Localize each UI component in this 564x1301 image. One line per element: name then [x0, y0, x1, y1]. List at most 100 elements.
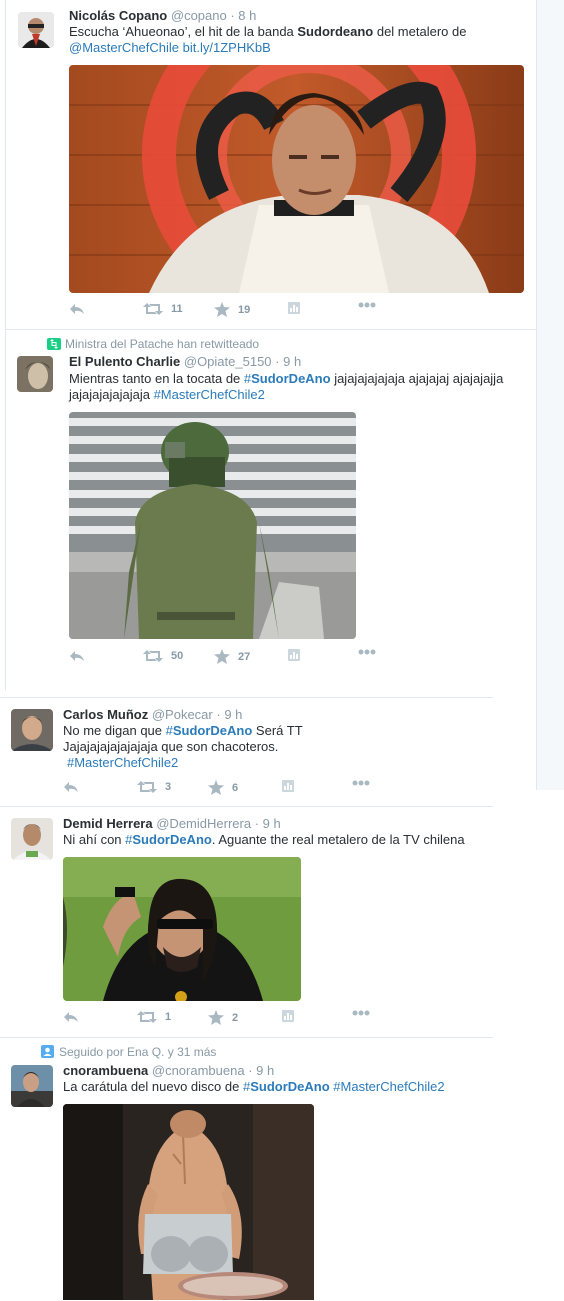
author-name[interactable]: cnorambuena — [63, 1063, 148, 1078]
hashtag-text: SudorDeAno — [132, 832, 212, 847]
retweet-count: 11 — [171, 303, 183, 315]
tweet-text-part: Será TT — [252, 723, 303, 738]
tweet-text: Mientras tanto en la tocata de #SudorDeA… — [69, 371, 529, 403]
analytics-button[interactable] — [282, 780, 294, 792]
analytics-button[interactable] — [288, 649, 300, 661]
avatar[interactable] — [18, 12, 54, 48]
like-button[interactable]: 19 — [214, 302, 250, 317]
retweet-count: 3 — [165, 781, 172, 793]
more-button[interactable] — [358, 302, 376, 308]
tweet-photo[interactable] — [63, 1104, 314, 1300]
tweet-text-part: . Aguante the real metalero de la TV chi… — [211, 832, 465, 847]
tweet-text-part: Mientras tanto en la tocata de — [69, 371, 244, 386]
author-handle[interactable]: @copano — [171, 8, 227, 23]
retweet-button[interactable]: 3 — [137, 780, 171, 794]
author-name[interactable]: El Pulento Charlie — [69, 354, 180, 369]
author-handle[interactable]: @DemidHerrera — [156, 816, 251, 831]
tweet-text-part: La carátula del nuevo disco de — [63, 1079, 243, 1094]
author-handle[interactable]: @cnorambuena — [152, 1063, 245, 1078]
tweet-text: La carátula del nuevo disco de #SudorDeA… — [63, 1079, 483, 1095]
reply-icon — [70, 304, 84, 314]
like-icon — [214, 302, 230, 317]
tweet-photo[interactable] — [63, 857, 301, 1001]
tweet-actions: 1 2 — [63, 1010, 483, 1028]
tweet-actions: 3 6 — [63, 780, 483, 798]
more-button[interactable] — [352, 1010, 370, 1016]
retweet-icon — [137, 1011, 157, 1023]
reply-button[interactable] — [69, 302, 85, 316]
like-count: 19 — [238, 303, 251, 316]
like-icon — [208, 780, 224, 795]
context-text: Seguido por Ena Q. y 31 más — [59, 1045, 217, 1059]
analytics-button[interactable] — [288, 302, 300, 314]
hashtag-link[interactable]: #SudorDeAno — [243, 1079, 330, 1094]
author-handle[interactable]: @Pokecar — [152, 707, 213, 722]
tweet-text-part: Ni ahí con — [63, 832, 126, 847]
retweet-button[interactable]: 11 — [143, 302, 183, 316]
retweet-button[interactable]: 1 — [137, 1010, 171, 1024]
hashtag-link[interactable]: #MasterChefChile2 — [333, 1079, 444, 1094]
mention-link[interactable]: @MasterChefChile — [69, 40, 179, 55]
timestamp[interactable]: · 9 h — [216, 707, 242, 722]
tweet-actions: 11 19 — [69, 302, 509, 320]
like-button[interactable]: 6 — [208, 780, 238, 795]
follow-context[interactable]: Seguido por Ena Q. y 31 más — [41, 1045, 216, 1059]
timestamp[interactable]: · 9 h — [255, 816, 281, 831]
hashtag-link[interactable]: #MasterChefChile2 — [154, 387, 265, 402]
tweet-photo[interactable] — [69, 412, 356, 639]
reply-button[interactable] — [69, 649, 85, 663]
more-icon — [352, 780, 370, 786]
more-button[interactable] — [358, 649, 376, 655]
reply-icon — [64, 1012, 78, 1022]
author-name[interactable]: Nicolás Copano — [69, 8, 167, 23]
analytics-button[interactable] — [282, 1010, 294, 1022]
avatar[interactable] — [11, 818, 53, 860]
avatar[interactable] — [11, 709, 53, 751]
url-link[interactable]: bit.ly/1ZPHKbB — [183, 40, 271, 55]
like-count: 27 — [238, 650, 251, 663]
tweet-1[interactable]: Nicolás Copano @copano · 8 h Escucha ‘Ah… — [0, 0, 536, 330]
hashtag-link[interactable]: #MasterChefChile2 — [67, 755, 178, 770]
hashtag-text: SudorDeAno — [250, 1079, 330, 1094]
retweet-context[interactable]: Ministra del Patache han retwitteado — [47, 337, 259, 351]
retweet-icon — [143, 650, 163, 662]
tweet-3[interactable]: Carlos Muñoz @Pokecar · 9 h No me digan … — [0, 698, 493, 806]
author-handle[interactable]: @Opiate_5150 — [184, 354, 272, 369]
right-gray-strip — [536, 0, 564, 790]
hashtag-link[interactable]: #SudorDeAno — [244, 371, 331, 386]
tweet-text-part: Escucha ‘Ahueonao’, el hit de la banda — [69, 24, 298, 39]
tweet-2[interactable]: Ministra del Patache han retwitteado El … — [0, 330, 536, 675]
hashtag-link[interactable]: #SudorDeAno — [166, 723, 253, 738]
reply-icon — [70, 651, 84, 661]
retweet-button[interactable]: 50 — [143, 649, 183, 663]
like-button[interactable]: 2 — [208, 1010, 238, 1025]
reply-icon — [64, 782, 78, 792]
tweet-text: Ni ahí con #SudorDeAno. Aguante the real… — [63, 832, 483, 848]
tweet-text-part: jajajajajajajaja — [69, 387, 154, 402]
analytics-icon — [288, 649, 300, 661]
more-button[interactable] — [352, 780, 370, 786]
author-name[interactable]: Demid Herrera — [63, 816, 153, 831]
timestamp[interactable]: · 8 h — [230, 8, 256, 23]
tweet-photo[interactable] — [69, 65, 524, 293]
tweet-actions: 50 27 — [69, 649, 509, 667]
timestamp[interactable]: · 9 h — [248, 1063, 274, 1078]
hashtag-link[interactable]: #SudorDeAno — [125, 832, 212, 847]
retweet-count: 1 — [165, 1011, 172, 1023]
retweet-count: 50 — [171, 650, 184, 662]
hashtag-text: SudorDeAno — [172, 723, 253, 738]
like-icon — [214, 649, 230, 664]
timestamp[interactable]: · 9 h — [275, 354, 301, 369]
reply-button[interactable] — [63, 1010, 79, 1024]
tweet-4[interactable]: Demid Herrera @DemidHerrera · 9 h Ni ahí… — [0, 807, 493, 1037]
reply-button[interactable] — [63, 780, 79, 794]
like-count: 2 — [232, 1011, 239, 1024]
tweet-text: Escucha ‘Ahueonao’, el hit de la banda S… — [69, 24, 529, 56]
follow-context-icon — [41, 1045, 54, 1058]
avatar[interactable] — [17, 356, 53, 392]
hashtag-symbol: # — [165, 723, 173, 738]
like-button[interactable]: 27 — [214, 649, 250, 664]
avatar[interactable] — [11, 1065, 53, 1107]
author-name[interactable]: Carlos Muñoz — [63, 707, 148, 722]
tweet-5[interactable]: Seguido por Ena Q. y 31 más cnorambuena … — [0, 1038, 493, 1300]
